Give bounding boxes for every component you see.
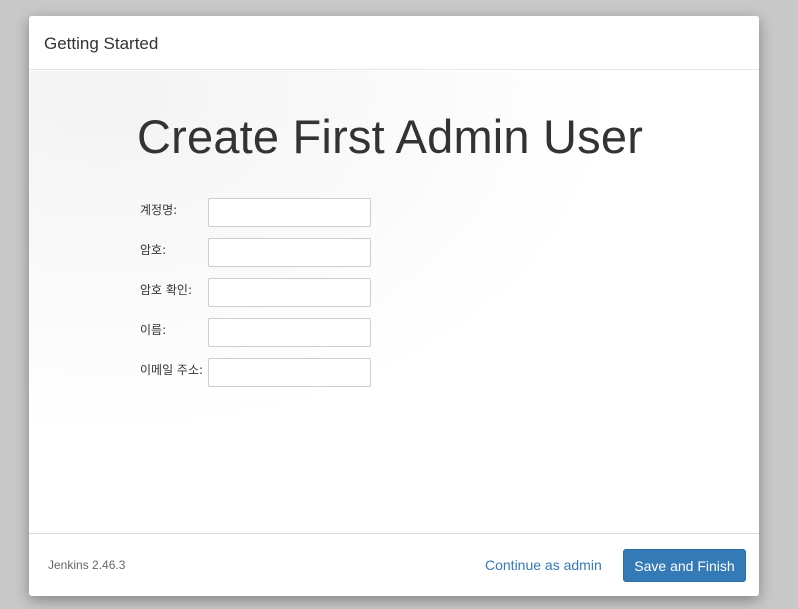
full-name-label: 이름:: [140, 323, 167, 337]
password-input[interactable]: [208, 238, 371, 267]
save-and-finish-button[interactable]: Save and Finish: [623, 549, 746, 582]
username-input[interactable]: [208, 198, 371, 227]
dialog-footer: Jenkins 2.46.3 Continue as admin Save an…: [29, 533, 759, 596]
confirm-password-row: 암호 확인:: [140, 278, 440, 307]
version-label: Jenkins 2.46.3: [48, 558, 126, 572]
email-label: 이메일 주소:: [140, 363, 204, 377]
email-input[interactable]: [208, 358, 371, 387]
full-name-row: 이름:: [140, 318, 440, 347]
dialog-body: Create First Admin User 계정명: 암호: 암호 확인: …: [29, 71, 759, 533]
username-label: 계정명:: [140, 203, 178, 217]
continue-as-admin-link[interactable]: Continue as admin: [485, 557, 602, 573]
password-label: 암호:: [140, 243, 167, 257]
password-row: 암호:: [140, 238, 440, 267]
dialog-title: Getting Started: [44, 34, 159, 53]
confirm-password-label: 암호 확인:: [140, 283, 193, 297]
setup-wizard-dialog: Getting Started Create First Admin User …: [29, 16, 759, 596]
dialog-header: Getting Started: [29, 16, 759, 70]
confirm-password-input[interactable]: [208, 278, 371, 307]
page-heading: Create First Admin User: [137, 110, 644, 163]
email-row: 이메일 주소:: [140, 358, 440, 387]
username-row: 계정명:: [140, 198, 440, 227]
full-name-input[interactable]: [208, 318, 371, 347]
